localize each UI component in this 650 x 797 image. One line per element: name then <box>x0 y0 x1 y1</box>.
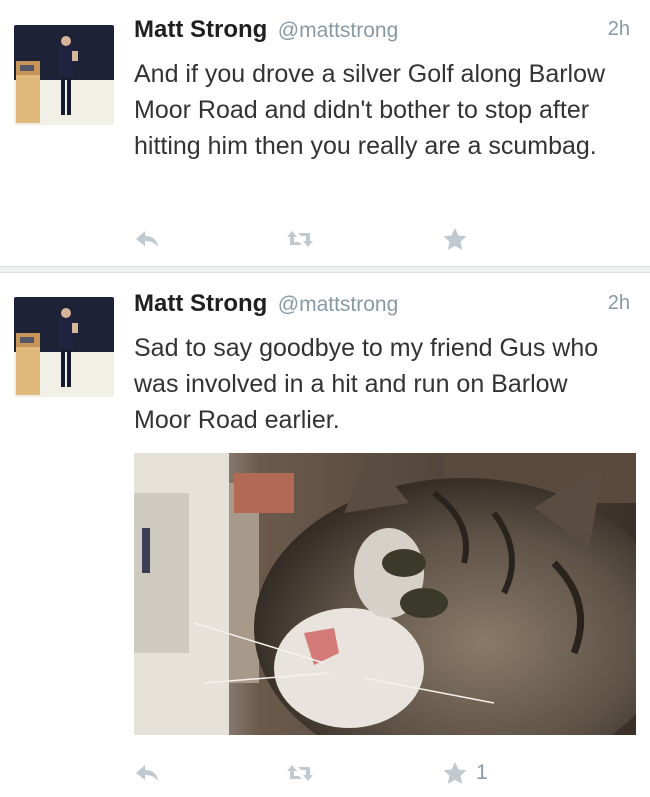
tweet[interactable]: Matt Strong @mattstrong 2h Sad to say go… <box>0 273 650 797</box>
tweet-header: Matt Strong @mattstrong 2h <box>134 290 630 326</box>
reply-icon <box>136 765 158 781</box>
favorite-count: 1 <box>476 761 488 784</box>
tweet-header: Matt Strong @mattstrong 2h <box>134 16 630 52</box>
retweet-icon <box>287 231 313 247</box>
reply-button[interactable] <box>134 224 160 254</box>
reply-button[interactable] <box>134 758 160 788</box>
timestamp[interactable]: 2h <box>608 18 630 41</box>
tweet-text: Sad to say goodbye to my friend Gus who … <box>134 334 599 434</box>
display-name[interactable]: Matt Strong <box>134 290 267 317</box>
star-icon <box>443 228 467 250</box>
user-handle[interactable]: @mattstrong <box>278 19 399 42</box>
retweet-icon <box>287 765 313 781</box>
favorite-button[interactable] <box>442 224 476 254</box>
favorite-button[interactable]: 1 <box>442 758 488 788</box>
retweet-button[interactable] <box>286 758 314 788</box>
reply-icon <box>136 231 158 247</box>
avatar[interactable] <box>14 297 114 397</box>
tweet-actions: 1 <box>134 758 554 788</box>
display-name[interactable]: Matt Strong <box>134 16 267 43</box>
retweet-button[interactable] <box>286 224 314 254</box>
star-icon <box>443 762 467 784</box>
user-handle[interactable]: @mattstrong <box>278 293 399 316</box>
tweet-divider <box>0 266 650 273</box>
tweet[interactable]: Matt Strong @mattstrong 2h And if you dr… <box>0 0 650 268</box>
timestamp[interactable]: 2h <box>608 292 630 315</box>
tweet-text: And if you drove a silver Golf along Bar… <box>134 60 606 160</box>
tweet-actions <box>134 224 554 254</box>
tweet-media-photo[interactable] <box>134 453 636 735</box>
avatar[interactable] <box>14 25 114 125</box>
